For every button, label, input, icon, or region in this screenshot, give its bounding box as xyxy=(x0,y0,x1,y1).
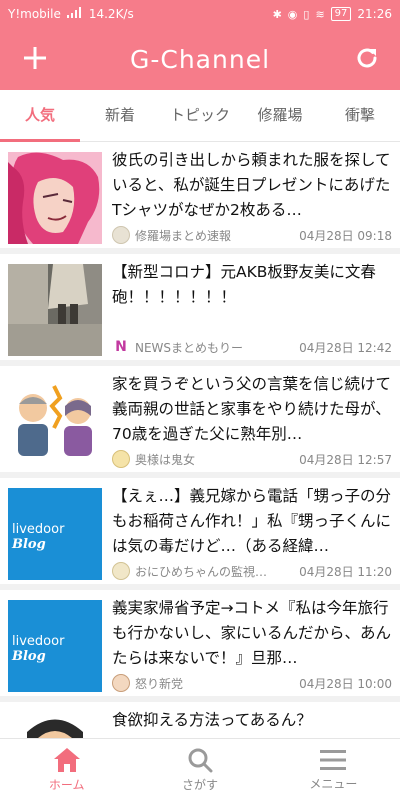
article-date: 04月28日 10:00 xyxy=(299,676,392,691)
tab-popular[interactable]: 人気 xyxy=(0,90,80,142)
article-date: 04月28日 12:42 xyxy=(299,340,392,355)
plus-icon xyxy=(24,47,46,69)
status-bar: Y!mobile 14.2K/s ✱ ◉ ▯ ≋ 97 21:26 xyxy=(0,0,400,28)
article-meta: 怒り新党 04月28日 10:00 xyxy=(112,674,392,692)
list-item[interactable]: 食欲抑える方法ってあるん？ xyxy=(0,702,400,738)
list-item[interactable]: 家を買うぞという父の言葉を信じ続けて義両親の世話と家事をやり続けた母が、70歳を… xyxy=(0,366,400,478)
home-icon xyxy=(53,747,80,772)
nav-search-label: さがす xyxy=(181,777,218,792)
list-item[interactable]: 【新型コロナ】元AKB板野友美に文春砲！！！！！！！ N NEWSまとめもりー … xyxy=(0,254,400,366)
list-item[interactable]: livedoor Blog 義実家帰省予定→コトメ『私は今年旅行も行かないし、家… xyxy=(0,590,400,702)
add-button[interactable] xyxy=(18,40,52,76)
article-thumbnail xyxy=(8,264,102,356)
tab-new[interactable]: 新着 xyxy=(80,90,160,141)
list-item[interactable]: livedoor Blog 【えぇ…】義兄嫁から電話「甥っ子の分もお稲荷さん作れ… xyxy=(0,478,400,590)
battery-indicator: 97 xyxy=(330,7,352,21)
bottom-navigation: ホーム さがす メニュー xyxy=(0,738,400,800)
article-date: 04月28日 11:20 xyxy=(299,564,392,579)
source-avatar-icon xyxy=(112,674,130,692)
search-icon xyxy=(188,748,213,772)
article-title: 【えぇ…】義兄嫁から電話「甥っ子の分もお稲荷さん作れ！」私『甥っ子くんには気の毒… xyxy=(112,487,392,555)
nav-home[interactable]: ホーム xyxy=(0,739,133,800)
menu-icon xyxy=(320,749,347,770)
tab-shock[interactable]: 衝撃 xyxy=(320,90,400,141)
nav-menu-label: メニュー xyxy=(309,776,358,791)
source-avatar-icon xyxy=(112,562,130,580)
article-title: 彼氏の引き出しから頼まれた服を探していると、私が誕生日プレゼントにあげたTシャツ… xyxy=(112,151,391,219)
location-icon: ◉ xyxy=(287,7,298,21)
article-meta: 修羅場まとめ速報 04月28日 09:18 xyxy=(112,226,392,244)
app-title: G-Channel xyxy=(129,44,271,74)
article-title: 義実家帰省予定→コトメ『私は今年旅行も行かないし、家にいるんだから、あんたらは来… xyxy=(112,599,392,667)
refresh-icon xyxy=(357,48,377,68)
article-thumbnail xyxy=(8,376,102,468)
bluetooth-icon: ✱ xyxy=(272,7,282,21)
livedoor-blog-logo: livedoor Blog xyxy=(12,634,65,664)
article-title: 食欲抑える方法ってあるん？ xyxy=(112,711,312,729)
article-thumbnail xyxy=(8,712,102,738)
nav-menu[interactable]: メニュー xyxy=(267,739,400,800)
vibrate-icon: ▯ xyxy=(303,7,310,21)
article-date: 04月28日 09:18 xyxy=(299,228,392,243)
article-meta: おにひめちゃんの監視… 04月28日 11:20 xyxy=(112,562,392,580)
list-item[interactable]: 彼氏の引き出しから頼まれた服を探していると、私が誕生日プレゼントにあげたTシャツ… xyxy=(0,142,400,254)
article-thumbnail: livedoor Blog xyxy=(8,488,102,580)
wifi-icon: ≋ xyxy=(315,7,325,21)
nav-search[interactable]: さがす xyxy=(133,739,266,800)
category-tabs: 人気 新着 トピック 修羅場 衝撃 xyxy=(0,90,400,142)
article-meta: 奥様は鬼女 04月28日 12:57 xyxy=(112,450,392,468)
signal-icon xyxy=(66,7,83,21)
refresh-button[interactable] xyxy=(350,40,384,76)
tab-topic[interactable]: トピック xyxy=(160,90,240,141)
source-avatar-icon xyxy=(112,226,130,244)
app-header: G-Channel xyxy=(0,28,400,90)
network-speed: 14.2K/s xyxy=(88,7,134,21)
article-title: 【新型コロナ】元AKB板野友美に文春砲！！！！！！！ xyxy=(112,263,376,306)
article-list: 彼氏の引き出しから頼まれた服を探していると、私が誕生日プレゼントにあげたTシャツ… xyxy=(0,142,400,738)
source-n-icon: N xyxy=(115,339,127,355)
article-thumbnail xyxy=(8,152,102,244)
article-date: 04月28日 12:57 xyxy=(299,452,392,467)
clock: 21:26 xyxy=(357,7,392,21)
article-source: おにひめちゃんの監視… xyxy=(135,564,268,579)
article-title: 家を買うぞという父の言葉を信じ続けて義両親の世話と家事をやり続けた母が、70歳を… xyxy=(112,375,392,443)
carrier-label: Y!mobile xyxy=(8,7,61,21)
nav-home-label: ホーム xyxy=(48,777,85,792)
article-source: 怒り新党 xyxy=(135,676,184,691)
livedoor-blog-logo: livedoor Blog xyxy=(12,522,65,552)
article-source: NEWSまとめもりー xyxy=(135,340,244,355)
article-thumbnail: livedoor Blog xyxy=(8,600,102,692)
article-source: 奥様は鬼女 xyxy=(135,452,196,467)
article-meta: N NEWSまとめもりー 04月28日 12:42 xyxy=(112,338,392,356)
tab-shuraba[interactable]: 修羅場 xyxy=(240,90,320,141)
article-source: 修羅場まとめ速報 xyxy=(135,228,232,243)
source-avatar-icon xyxy=(112,450,130,468)
